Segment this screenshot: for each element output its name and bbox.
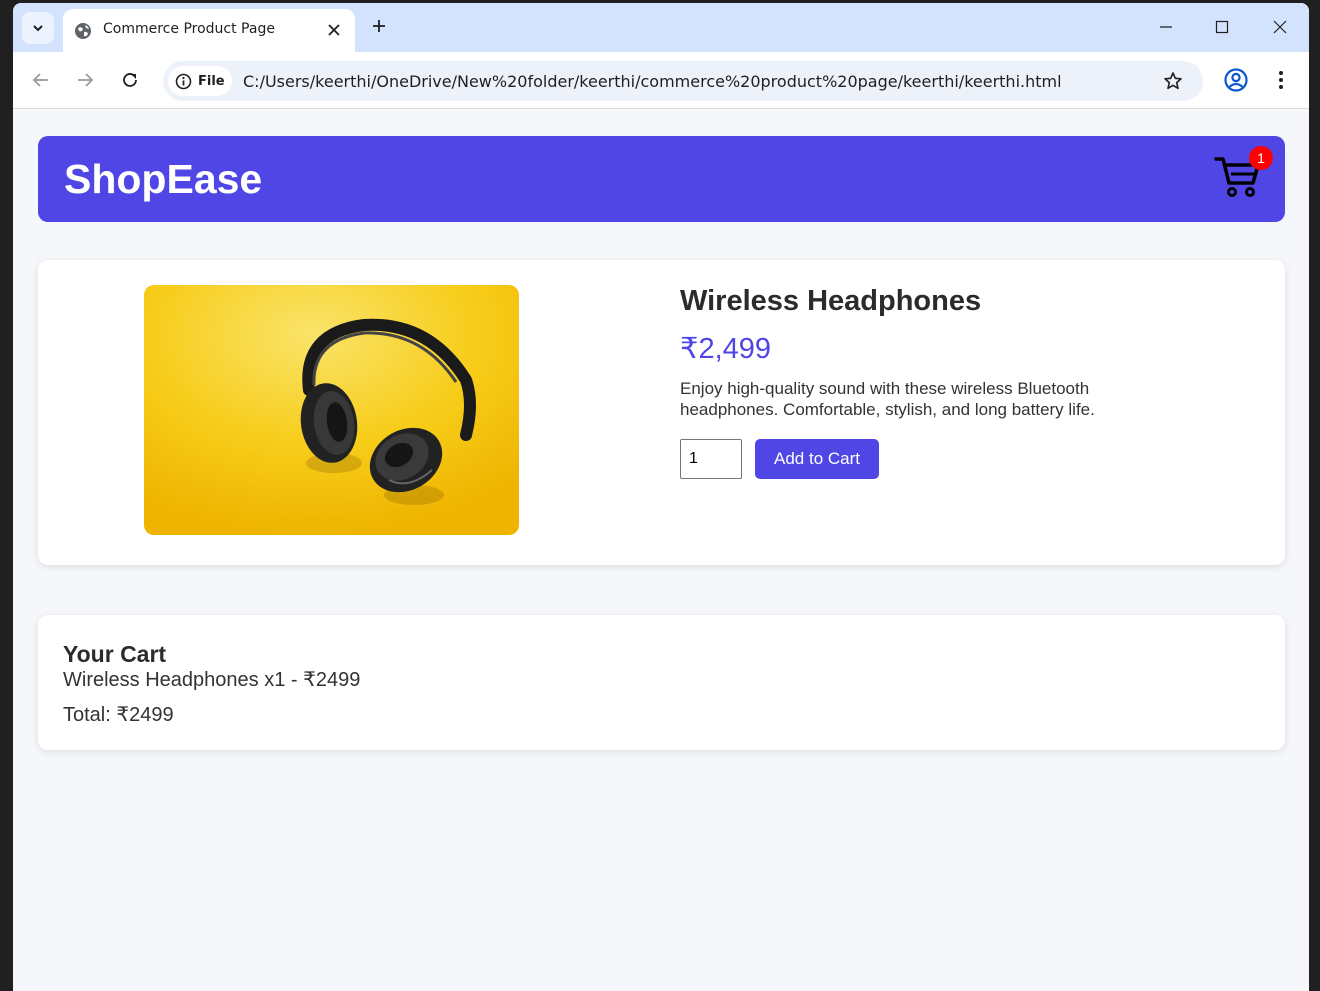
url-text[interactable]: C:/Users/keerthi/OneDrive/New%20folder/k…	[243, 72, 1062, 91]
bookmark-star-icon[interactable]	[1161, 69, 1185, 93]
desktop-right-edge	[1309, 0, 1320, 991]
tab-active[interactable]: Commerce Product Page	[63, 9, 355, 52]
cart-count-badge: 1	[1249, 146, 1273, 170]
file-label: File	[198, 73, 225, 89]
product-title: Wireless Headphones	[680, 285, 982, 317]
new-tab-plus-icon[interactable]	[367, 14, 391, 38]
maximize-icon[interactable]	[1210, 15, 1234, 39]
page-content: ShopEase 1 Wireless Headphones ₹2,499 En…	[13, 110, 1309, 991]
cart-line-item: Wireless Headphones x1 - ₹2499	[63, 669, 361, 691]
browser-toolbar: File C:/Users/keerthi/OneDrive/New%20fol…	[13, 52, 1309, 109]
cart-total: Total: ₹2499	[63, 704, 174, 726]
browser-window: Commerce Product Page File C:/Users/keer…	[13, 3, 1309, 991]
chevron-down-icon	[33, 25, 43, 32]
cart-title: Your Cart	[63, 641, 167, 667]
address-bar[interactable]: File C:/Users/keerthi/OneDrive/New%20fol…	[163, 61, 1203, 101]
tab-strip: Commerce Product Page	[13, 3, 1309, 52]
product-description: Enjoy high-quality sound with these wire…	[680, 379, 1095, 419]
more-menu-icon[interactable]	[1269, 67, 1293, 93]
forward-arrow-icon[interactable]	[71, 66, 99, 94]
site-info-chip[interactable]: File	[168, 66, 232, 96]
window-close-icon[interactable]	[1268, 15, 1292, 39]
back-arrow-icon[interactable]	[27, 66, 55, 94]
product-card: Wireless Headphones ₹2,499 Enjoy high-qu…	[38, 260, 1285, 565]
cart-summary: Your Cart Wireless Headphones x1 - ₹2499…	[38, 615, 1285, 750]
desktop-left-edge	[0, 0, 13, 991]
minimize-icon[interactable]	[1154, 15, 1178, 39]
tab-search-button[interactable]	[22, 12, 54, 44]
quantity-input[interactable]	[680, 439, 742, 479]
add-to-cart-button[interactable]: Add to Cart	[755, 439, 879, 479]
headphones-product-image	[144, 285, 519, 535]
brand-logo-text[interactable]: ShopEase	[64, 156, 262, 203]
info-icon	[175, 73, 192, 89]
product-price: ₹2,499	[680, 333, 772, 365]
reload-icon[interactable]	[116, 66, 144, 94]
site-header: ShopEase 1	[38, 136, 1285, 222]
profile-avatar-icon[interactable]	[1223, 67, 1249, 93]
globe-icon	[75, 23, 91, 39]
tab-close-icon[interactable]	[323, 19, 345, 41]
tab-title: Commerce Product Page	[103, 21, 275, 37]
